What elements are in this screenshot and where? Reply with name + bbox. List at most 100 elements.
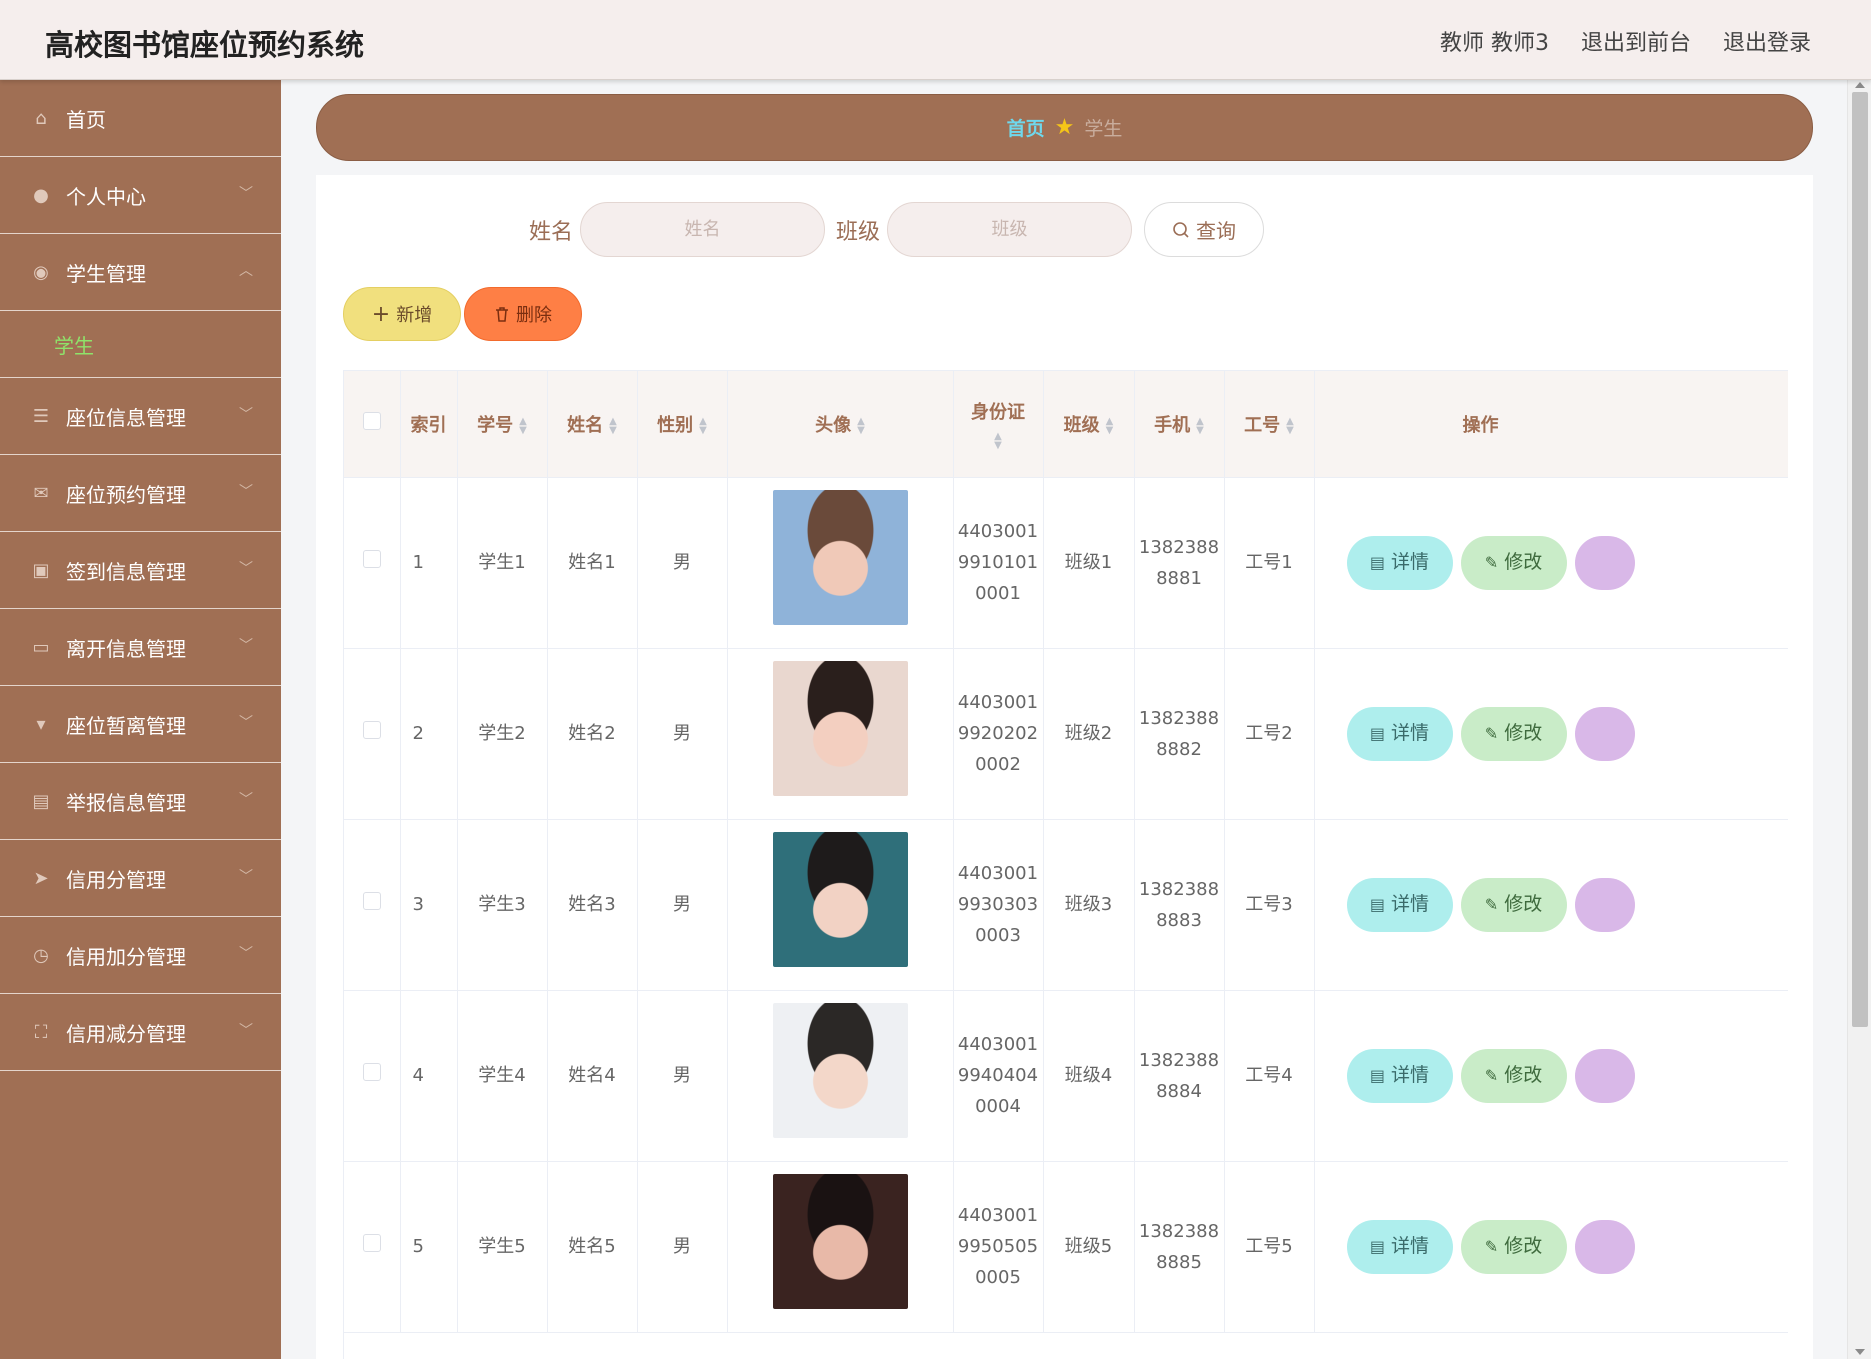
delete-row-button[interactable] (1574, 1219, 1635, 1274)
query-button[interactable]: 查询 (1144, 202, 1264, 257)
id-card-line: 9930303 (957, 894, 1039, 915)
sidebar-item[interactable]: ▤ 举报信息管理 ﹀ (0, 763, 281, 840)
sidebar-item[interactable]: ➤ 信用分管理 ﹀ (0, 840, 281, 917)
detail-button[interactable]: ▤ 详情 (1346, 1048, 1453, 1103)
detail-button[interactable]: ▤ 详情 (1346, 1219, 1453, 1274)
data-table: 索引 学号 ▲ ▼ 姓名 ▲ ▼ 性别 ▲ ▼ 头像 ▲ ▼ 身份证 ▲ ▼ 班级 ▲ ▼ 手机 ▲ ▼ 工… (343, 370, 1788, 1359)
add-button-label: 新增 (396, 305, 433, 326)
avatar[interactable] (772, 1003, 908, 1138)
row-select-cell[interactable] (344, 819, 401, 991)
sort-icon[interactable]: ▲ ▼ (994, 431, 1002, 450)
avatar[interactable] (772, 1174, 908, 1309)
select-all-checkbox[interactable] (362, 412, 381, 431)
col-class[interactable]: 班级 ▲ ▼ (1043, 371, 1135, 478)
chevron-down-icon[interactable]: ﹀ (239, 183, 253, 203)
current-user-label[interactable]: 教师 教师3 (1440, 25, 1549, 57)
sidebar-item[interactable]: ▭ 离开信息管理 ﹀ (0, 609, 281, 686)
sidebar-item[interactable]: ● 个人中心 ﹀ (0, 157, 281, 234)
sidebar-item-label: 信用加分管理 (66, 944, 186, 969)
chevron-down-icon[interactable]: ﹀ (239, 481, 253, 501)
select-all-header[interactable] (344, 371, 401, 478)
col-name[interactable]: 姓名 ▲ ▼ (547, 371, 638, 478)
row-checkbox[interactable] (362, 892, 381, 910)
list-icon: ☰ (32, 405, 50, 427)
sidebar-item[interactable]: ◉ 学生管理 ︿ (0, 234, 281, 311)
chevron-down-icon[interactable]: ﹀ (239, 789, 253, 809)
sidebar-subitem[interactable]: 学生 (0, 311, 281, 378)
sort-icon[interactable]: ▲ ▼ (1286, 416, 1294, 435)
chevron-down-icon[interactable]: ﹀ (239, 1020, 253, 1040)
chevron-down-icon[interactable]: ﹀ (239, 943, 253, 963)
chevron-down-icon[interactable]: ﹀ (239, 404, 253, 424)
sidebar-item[interactable]: ☰ 座位信息管理 ﹀ (0, 378, 281, 455)
add-button[interactable]: + 新增 (343, 287, 461, 341)
edit-button[interactable]: ✎ 修改 (1460, 1219, 1567, 1274)
sidebar-item[interactable]: ▣ 签到信息管理 ﹀ (0, 532, 281, 609)
breadcrumb-home[interactable]: 首页 (1007, 114, 1045, 141)
delete-row-button[interactable] (1574, 877, 1635, 932)
delete-row-button[interactable] (1574, 1048, 1635, 1103)
delete-row-button[interactable] (1574, 535, 1635, 590)
detail-button[interactable]: ▤ 详情 (1346, 877, 1453, 932)
row-select-cell[interactable] (344, 648, 401, 820)
sidebar-item[interactable]: ⛶ 信用减分管理 ﹀ (0, 994, 281, 1071)
table-header-row: 索引 学号 ▲ ▼ 姓名 ▲ ▼ 性别 ▲ ▼ 头像 ▲ ▼ 身份证 ▲ ▼ 班级 ▲ ▼ 手机 ▲ ▼ 工… (344, 371, 1788, 478)
avatar[interactable] (772, 661, 908, 796)
scroll-down-icon[interactable] (1855, 1349, 1865, 1355)
col-gender[interactable]: 性别 ▲ ▼ (637, 371, 728, 478)
class-search-input[interactable] (887, 202, 1132, 257)
chevron-down-icon[interactable]: ﹀ (239, 635, 253, 655)
delete-row-button[interactable] (1574, 706, 1635, 761)
detail-button[interactable]: ▤ 详情 (1346, 706, 1453, 761)
scroll-up-icon[interactable] (1855, 82, 1865, 88)
row-checkbox[interactable] (362, 721, 381, 739)
sort-icon[interactable]: ▲ ▼ (699, 416, 707, 435)
col-id-card[interactable]: 身份证 ▲ ▼ (953, 371, 1044, 478)
detail-button-label: 详情 (1391, 722, 1430, 744)
edit-button[interactable]: ✎ 修改 (1460, 706, 1567, 761)
sort-icon[interactable]: ▲ ▼ (519, 416, 527, 435)
sort-icon[interactable]: ▲ ▼ (1106, 416, 1114, 435)
col-avatar[interactable]: 头像 ▲ ▼ (727, 371, 954, 478)
name-search-input[interactable] (580, 202, 825, 257)
row-checkbox[interactable] (362, 550, 381, 568)
sort-icon[interactable]: ▲ ▼ (1196, 416, 1204, 435)
class-cell: 班级3 (1043, 819, 1135, 991)
chevron-up-icon[interactable]: ︿ (239, 260, 253, 280)
col-phone[interactable]: 手机 ▲ ▼ (1134, 371, 1225, 478)
row-checkbox[interactable] (362, 1234, 381, 1252)
row-select-cell[interactable] (344, 477, 401, 649)
id-card-line: 4403001 (957, 1205, 1039, 1226)
sidebar-item[interactable]: ▾ 座位暂离管理 ﹀ (0, 686, 281, 763)
delete-button[interactable]: 删除 (464, 287, 582, 341)
edit-button[interactable]: ✎ 修改 (1460, 1048, 1567, 1103)
edit-button[interactable]: ✎ 修改 (1460, 535, 1567, 590)
col-ops: 操作 (1314, 371, 1788, 478)
sidebar-item[interactable]: ◷ 信用加分管理 ﹀ (0, 917, 281, 994)
student-no-cell: 学生2 (457, 648, 548, 820)
chevron-down-icon[interactable]: ﹀ (239, 866, 253, 886)
class-cell: 班级4 (1043, 990, 1135, 1162)
row-select-cell[interactable] (344, 1161, 401, 1333)
chevron-down-icon[interactable]: ﹀ (239, 712, 253, 732)
edit-button[interactable]: ✎ 修改 (1460, 877, 1567, 932)
scrollbar-thumb[interactable] (1852, 92, 1868, 1027)
id-card-line: 0002 (975, 754, 1021, 775)
row-select-cell[interactable] (344, 990, 401, 1162)
col-job-no[interactable]: 工号 ▲ ▼ (1224, 371, 1315, 478)
back-to-front-link[interactable]: 退出到前台 (1581, 25, 1691, 57)
logout-link[interactable]: 退出登录 (1723, 25, 1811, 57)
student-no-cell: 学生5 (457, 1161, 548, 1333)
avatar[interactable] (772, 832, 908, 967)
detail-button[interactable]: ▤ 详情 (1346, 535, 1453, 590)
page-scrollbar[interactable] (1847, 80, 1871, 1359)
col-student-no[interactable]: 学号 ▲ ▼ (457, 371, 548, 478)
avatar[interactable] (772, 490, 908, 625)
sidebar-item[interactable]: ✉ 座位预约管理 ﹀ (0, 455, 281, 532)
sort-icon[interactable]: ▲ ▼ (857, 416, 865, 435)
row-checkbox[interactable] (362, 1063, 381, 1081)
chevron-down-icon[interactable]: ﹀ (239, 558, 253, 578)
sidebar-item-label: 座位预约管理 (66, 482, 186, 507)
sidebar-item[interactable]: ⌂ 首页 (0, 80, 281, 157)
sort-icon[interactable]: ▲ ▼ (609, 416, 617, 435)
